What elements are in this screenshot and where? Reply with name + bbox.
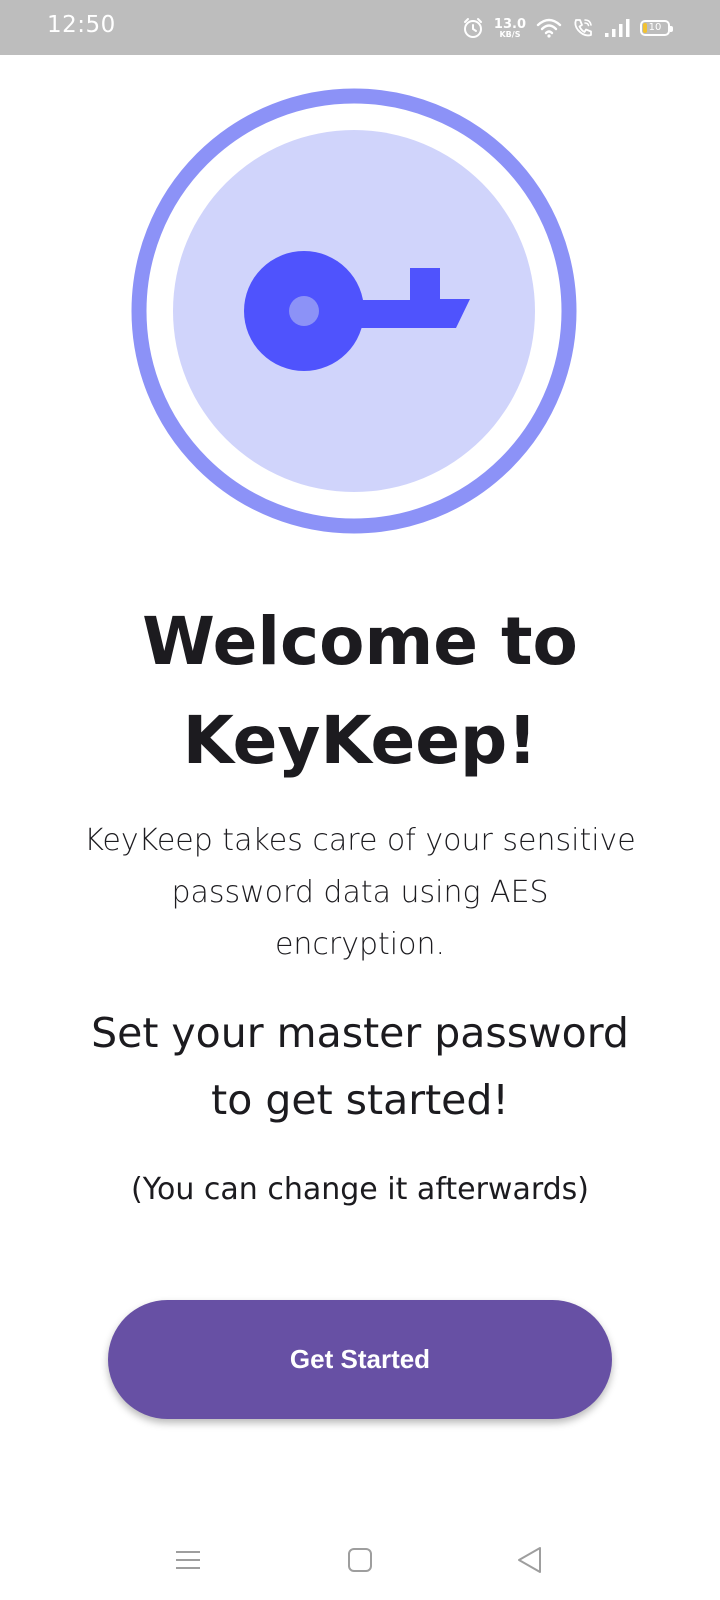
battery-icon: 10 — [640, 20, 673, 36]
key-icon — [131, 88, 577, 534]
battery-level-bar — [643, 23, 647, 33]
system-nav-bar — [0, 1515, 720, 1600]
alarm-icon — [462, 17, 484, 39]
description-line-3: encryption. — [274, 927, 446, 962]
welcome-title: Welcome to KeyKeep! — [0, 592, 720, 790]
description-line-1: KeyKeep takes care of your sensitive — [84, 823, 636, 858]
prompt-line-2: to get started! — [211, 1076, 509, 1124]
hero-illustration — [131, 88, 577, 534]
description-line-2: password data using AES — [171, 875, 549, 910]
get-started-button[interactable]: Get Started — [108, 1300, 612, 1419]
status-icons: 13.0 KB/S 10 — [462, 14, 673, 42]
menu-icon[interactable] — [163, 1535, 213, 1585]
master-password-prompt: Set your master password to get started! — [40, 1000, 680, 1134]
network-speed: 13.0 KB/S — [494, 18, 526, 39]
battery-level-text: 10 — [648, 22, 662, 33]
home-icon[interactable] — [335, 1535, 385, 1585]
welcome-title-line-1: Welcome to — [142, 603, 578, 680]
network-speed-value: 13.0 — [493, 16, 526, 32]
prompt-line-1: Set your master password — [91, 1009, 629, 1057]
change-later-note: (You can change it afterwards) — [130, 1172, 590, 1207]
welcome-title-line-2: KeyKeep! — [182, 702, 538, 779]
app-description: KeyKeep takes care of your sensitive pas… — [40, 815, 680, 971]
status-time: 12:50 — [47, 12, 116, 38]
cellular-signal-icon — [604, 18, 630, 38]
status-bar: 12:50 13.0 KB/S 10 — [0, 0, 720, 55]
wifi-icon — [536, 18, 562, 38]
welcome-screen: 12:50 13.0 KB/S 10 Welcome to KeyKeep! K… — [0, 0, 720, 1600]
network-speed-unit: KB/S — [499, 29, 521, 39]
back-icon[interactable] — [505, 1535, 555, 1585]
wifi-calling-icon — [572, 17, 594, 39]
